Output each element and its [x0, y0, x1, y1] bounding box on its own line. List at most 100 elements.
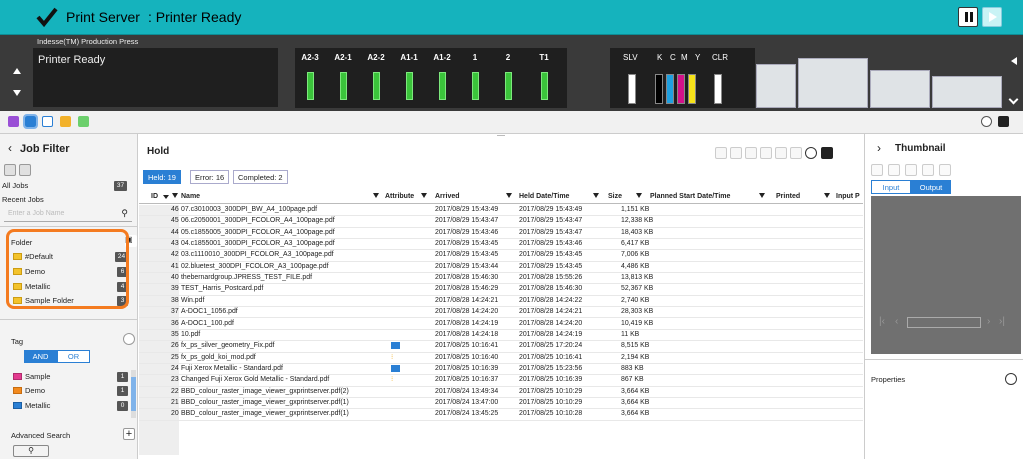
thumb-play-icon[interactable]: [871, 164, 883, 176]
filter-icon[interactable]: [824, 193, 830, 198]
tray-a2-1[interactable]: A2-1: [328, 53, 358, 100]
tag-add-icon[interactable]: [123, 333, 135, 345]
table-row[interactable]: 22 BBD_colour_raster_image_viewer_gxprint…: [139, 387, 863, 398]
toner-label-m: M: [681, 53, 688, 62]
pause-button[interactable]: [958, 7, 978, 27]
table-row[interactable]: 38 Win.pdf 2017/08/28 14:24:21 2017/08/28 1…: [139, 296, 863, 308]
page-number-input[interactable]: [907, 317, 981, 328]
jobs-view-icon[interactable]: [8, 116, 19, 127]
filter-icon[interactable]: [593, 193, 599, 198]
scroll-down-icon[interactable]: [13, 90, 21, 96]
or-toggle[interactable]: OR: [57, 350, 90, 363]
thumb-spread-icon[interactable]: [922, 164, 934, 176]
column-arrived[interactable]: Arrived: [435, 193, 460, 200]
search-icon[interactable]: ⚲: [121, 208, 128, 219]
chevron-down-icon[interactable]: [1008, 94, 1019, 105]
resize-handle[interactable]: [497, 135, 505, 136]
last-page-icon[interactable]: ›|: [999, 316, 1005, 327]
table-row[interactable]: 21 BBD_colour_raster_image_viewer_gxprint…: [139, 398, 863, 410]
filter-icon[interactable]: [506, 193, 512, 198]
tray-2[interactable]: 2: [493, 53, 523, 100]
table-row[interactable]: 46 07.c3010003_300DPI_BW_A4_100page.pdf 20…: [139, 205, 863, 217]
table-row[interactable]: 25 fx_ps_gold_koi_mod.pdf 2017/08/25 10:16…: [139, 352, 863, 364]
column-input[interactable]: Input P: [836, 193, 860, 200]
collapse-arrow-icon[interactable]: [1011, 57, 1017, 65]
all-jobs-label[interactable]: All Jobs: [2, 181, 28, 190]
print-icon[interactable]: [715, 147, 727, 159]
table-row[interactable]: 36 A-DOC1_100.pdf 2017/08/28 14:24:19 2017/…: [139, 319, 863, 330]
copy-icon[interactable]: [730, 147, 742, 159]
add-search-icon[interactable]: +: [123, 428, 135, 440]
table-row[interactable]: 20 BBD_colour_raster_image_viewer_gxprint…: [139, 409, 863, 421]
tag-item-demo[interactable]: Demo: [13, 386, 45, 395]
scroll-up-icon[interactable]: [13, 68, 21, 74]
sort-icon[interactable]: [163, 195, 169, 199]
table-row[interactable]: 41 02.bluetest_300DPI_FCOLOR_A3_100page.p…: [139, 262, 863, 274]
table-row[interactable]: 39 TEST_Harris_Postcard.pdf 2017/08/28 15:…: [139, 284, 863, 296]
filter-icon[interactable]: [373, 193, 379, 198]
report-icon[interactable]: [78, 116, 89, 127]
import-icon[interactable]: [42, 116, 53, 127]
list-view-icon[interactable]: [4, 164, 16, 176]
back-chevron-icon[interactable]: ‹: [8, 141, 12, 155]
thumb-zoom-icon[interactable]: [939, 164, 951, 176]
delete-icon[interactable]: [775, 147, 787, 159]
next-page-icon[interactable]: ›: [987, 316, 990, 327]
table-row[interactable]: 45 06.c2050001_300DPI_FCOLOR_A4_100page.p…: [139, 216, 863, 228]
tray-1[interactable]: 1: [460, 53, 490, 100]
refresh-icon[interactable]: [19, 164, 31, 176]
edit-icon[interactable]: [760, 147, 772, 159]
move-icon[interactable]: [745, 147, 757, 159]
column-held-datetime[interactable]: Held Date/Time: [519, 193, 569, 200]
settings-icon[interactable]: [981, 116, 992, 127]
table-row[interactable]: 37 A-DOC1_1056.pdf 2017/08/28 14:24:20 2017…: [139, 307, 863, 319]
tray-a2-3[interactable]: A2-3: [295, 53, 325, 100]
column-attribute[interactable]: Attribute: [385, 193, 414, 200]
tab-error[interactable]: Error: 16: [190, 170, 230, 184]
filter-icon[interactable]: [172, 193, 178, 198]
column-menu-icon[interactable]: [821, 147, 833, 159]
properties-icon[interactable]: [790, 147, 802, 159]
table-row[interactable]: 23 Changed Fuji Xerox Gold Metallic - Sta…: [139, 375, 863, 387]
tray-a1-1[interactable]: A1-1: [394, 53, 424, 100]
table-row[interactable]: 44 05.c1855005_300DPI_FCOLOR_A4_100page.p…: [139, 228, 863, 240]
job-search-input[interactable]: Enter a Job Name ⚲: [4, 208, 132, 222]
column-size[interactable]: Size: [608, 193, 622, 200]
filter-icon[interactable]: [759, 193, 765, 198]
play-button[interactable]: [982, 7, 1002, 27]
column-printed[interactable]: Printed: [776, 193, 800, 200]
tab-held[interactable]: Held: 19: [143, 170, 181, 184]
input-toggle[interactable]: Input: [871, 180, 911, 194]
thumb-page-icon[interactable]: [888, 164, 900, 176]
table-row[interactable]: 26 fx_ps_silver_geometry_Fix.pdf 2017/08/2…: [139, 341, 863, 353]
filter-icon[interactable]: [636, 193, 642, 198]
prev-page-icon[interactable]: ‹: [895, 316, 898, 327]
tab-completed[interactable]: Completed: 2: [233, 170, 288, 184]
tag-item-metallic[interactable]: Metallic: [13, 401, 50, 410]
table-row[interactable]: 35 10.pdf 2017/08/28 14:24:18 2017/08/28 14…: [139, 330, 863, 342]
tray-a2-2[interactable]: A2-2: [361, 53, 391, 100]
table-row[interactable]: 42 03.c1110010_300DPI_FCOLOR_A3_100page.p…: [139, 250, 863, 262]
tag-scrollbar[interactable]: [131, 370, 136, 418]
filter-icon[interactable]: [421, 193, 427, 198]
grid-menu-icon[interactable]: [998, 116, 1009, 127]
tray-a1-2[interactable]: A1-2: [427, 53, 457, 100]
hold-queue-icon[interactable]: [23, 114, 38, 129]
column-name[interactable]: Name: [181, 193, 200, 200]
table-row[interactable]: 40 thebernardgroup.JPRESS_TEST_FILE.pdf 20…: [139, 273, 863, 285]
table-row[interactable]: 43 04.c1855001_300DPI_FCOLOR_A3_100page.p…: [139, 239, 863, 251]
and-toggle[interactable]: AND: [24, 350, 57, 363]
folder-view-icon[interactable]: [60, 116, 71, 127]
tag-item-sample[interactable]: Sample: [13, 372, 50, 381]
thumb-close-icon[interactable]: [905, 164, 917, 176]
output-toggle[interactable]: Output: [911, 180, 951, 194]
tray-t1[interactable]: T1: [529, 53, 559, 100]
expand-chevron-icon[interactable]: ›: [877, 141, 881, 155]
table-row[interactable]: 24 Fuji Xerox Metallic - Standard.pdf 2017…: [139, 364, 863, 376]
advanced-search-button[interactable]: ⚲: [13, 445, 49, 457]
first-page-icon[interactable]: |‹: [879, 316, 885, 327]
column-planned-start[interactable]: Planned Start Date/Time: [650, 193, 730, 200]
settings-icon[interactable]: [805, 147, 817, 159]
column-id[interactable]: ID: [151, 193, 158, 200]
properties-settings-icon[interactable]: [1005, 373, 1017, 385]
